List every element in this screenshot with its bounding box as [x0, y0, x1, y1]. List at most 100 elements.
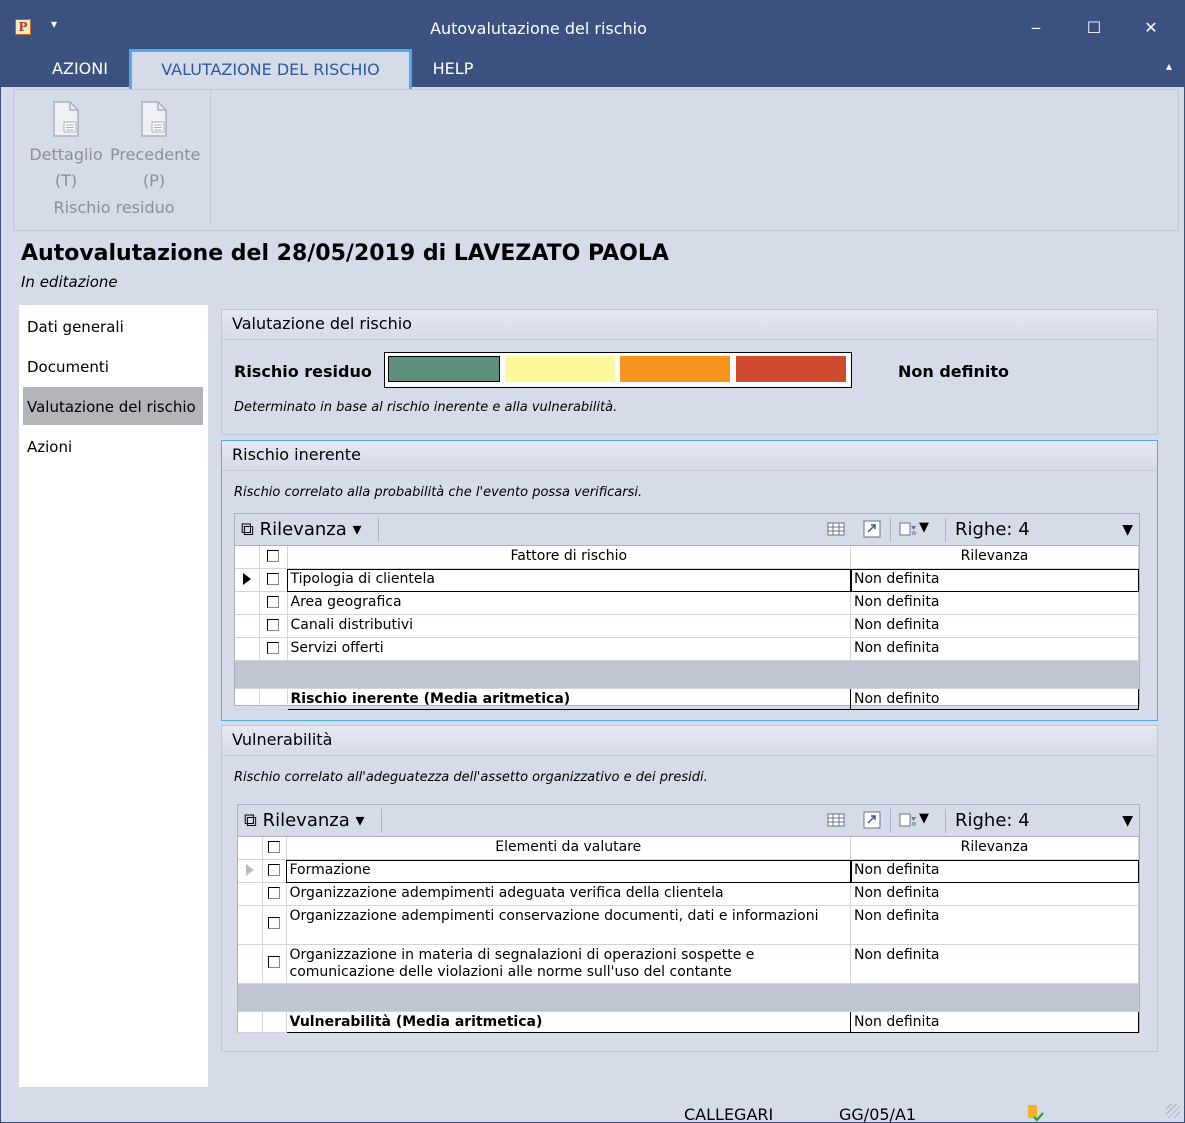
- column-header-elementi[interactable]: Elementi da valutare: [286, 837, 851, 860]
- toolbar-separator: [945, 518, 946, 542]
- column-settings-icon[interactable]: [899, 811, 917, 829]
- row-indicator-header: [238, 837, 263, 860]
- tab-azioni[interactable]: AZIONI: [31, 49, 129, 87]
- rilevanza-cell[interactable]: Non definita: [850, 944, 1139, 984]
- column-header-rilevanza[interactable]: Rilevanza: [850, 837, 1139, 860]
- table-row[interactable]: Servizi offerti Non definita: [235, 637, 1139, 661]
- row-checkbox[interactable]: [259, 614, 288, 638]
- toolbar-separator: [378, 518, 379, 542]
- row-checkbox[interactable]: [262, 859, 287, 883]
- rilevanza-cell[interactable]: Non definita: [850, 637, 1139, 661]
- column-settings-icon[interactable]: [899, 520, 917, 538]
- table-row[interactable]: Canali distributivi Non definita: [235, 614, 1139, 638]
- rischio-inerente-table: Fattore di rischio Rilevanza Tipologia d…: [235, 546, 1139, 710]
- total-check-cell: [259, 688, 288, 710]
- grid-toolbar: ⧉ Rilevanza ▾ ▼ Righe: 4 ▼: [235, 514, 1139, 546]
- app-window: P ▾ Autovalutazione del rischio ‒ ☐ ✕ AZ…: [0, 0, 1185, 1123]
- total-check-cell: [262, 1011, 287, 1033]
- ribbon-group-label: Rischio residuo: [53, 198, 175, 217]
- nav-item-valutazione-del-rischio[interactable]: Valutazione del rischio: [23, 387, 203, 425]
- user-check-icon[interactable]: [1025, 1103, 1045, 1123]
- select-all-checkbox[interactable]: [259, 546, 288, 569]
- row-checkbox[interactable]: [259, 637, 288, 661]
- toolbar-separator: [890, 809, 891, 833]
- table-total-row: Rischio inerente (Media aritmetica) Non …: [235, 688, 1139, 710]
- column-settings-dropdown-icon[interactable]: ▼: [919, 811, 929, 826]
- maximize-button[interactable]: ☐: [1079, 13, 1109, 43]
- table-row[interactable]: Organizzazione adempimenti adeguata veri…: [238, 882, 1139, 906]
- rilevanza-cell[interactable]: Non definita: [850, 614, 1139, 638]
- filter-icon: ⧉: [241, 519, 254, 540]
- close-button[interactable]: ✕: [1136, 13, 1166, 43]
- dettaglio-button[interactable]: Dettaglio (T): [22, 100, 110, 194]
- column-header-rilevanza[interactable]: Rilevanza: [850, 546, 1139, 569]
- row-checkbox[interactable]: [262, 882, 287, 906]
- fattore-cell[interactable]: Servizi offerti: [287, 637, 851, 661]
- rows-dropdown-icon[interactable]: ▼: [1122, 813, 1133, 829]
- minimize-button[interactable]: ‒: [1021, 13, 1051, 43]
- select-all-checkbox[interactable]: [262, 837, 287, 860]
- export-icon[interactable]: [863, 811, 881, 829]
- table-spacer: [238, 983, 1139, 1012]
- table-spacer: [235, 660, 1139, 689]
- rilevanza-cell[interactable]: Non definita: [850, 882, 1139, 906]
- precedente-label: Precedente: [110, 145, 201, 164]
- nav-item-azioni[interactable]: Azioni: [23, 427, 203, 465]
- elemento-cell[interactable]: Formazione: [286, 859, 851, 883]
- rows-dropdown-icon[interactable]: ▼: [1122, 522, 1133, 538]
- row-checkbox[interactable]: [259, 568, 288, 592]
- fattore-cell[interactable]: Tipologia di clientela: [287, 568, 851, 592]
- valutazione-description: Determinato in base al rischio inerente …: [234, 400, 618, 415]
- elemento-cell[interactable]: Organizzazione adempimenti adeguata veri…: [286, 882, 851, 906]
- row-checkbox[interactable]: [262, 944, 287, 984]
- risk-level-bar[interactable]: [384, 352, 852, 388]
- nav-item-documenti[interactable]: Documenti: [23, 347, 203, 385]
- rilevanza-cell[interactable]: Non definita: [850, 859, 1139, 883]
- export-icon[interactable]: [863, 520, 881, 538]
- table-icon[interactable]: [827, 520, 845, 538]
- rilevanza-cell[interactable]: Non definita: [850, 568, 1139, 592]
- filter-rilevanza-button[interactable]: ⧉ Rilevanza ▾: [244, 810, 365, 831]
- ribbon-panel: Dettaglio (T) Precedente (P) Rischio res…: [13, 89, 1179, 231]
- tab-help[interactable]: HELP: [415, 49, 491, 87]
- table-row[interactable]: Organizzazione in materia di segnalazion…: [238, 944, 1139, 984]
- table-row[interactable]: Tipologia di clientela Non definita: [235, 568, 1139, 592]
- risk-segment-low[interactable]: [388, 356, 500, 382]
- tab-valutazione-del-rischio[interactable]: VALUTAZIONE DEL RISCHIO: [129, 49, 412, 89]
- precedente-button[interactable]: Precedente (P): [110, 100, 201, 194]
- risk-segment-medium-high[interactable]: [620, 356, 730, 382]
- fattore-cell[interactable]: Area geografica: [287, 591, 851, 615]
- rischio-inerente-header: Rischio inerente: [222, 441, 1157, 471]
- nav-item-dati-generali[interactable]: Dati generali: [23, 307, 203, 345]
- rischio-inerente-description: Rischio correlato alla probabilità che l…: [234, 485, 643, 500]
- rilevanza-cell[interactable]: Non definita: [850, 905, 1139, 945]
- risk-segment-medium-low[interactable]: [505, 356, 615, 382]
- page-subtitle: In editazione: [21, 273, 118, 291]
- rischio-residuo-status: Non definito: [898, 362, 1010, 381]
- table-row[interactable]: Formazione Non definita: [238, 859, 1139, 883]
- table-icon[interactable]: [827, 811, 845, 829]
- vulnerabilita-description: Rischio correlato all'adeguatezza dell'a…: [234, 770, 708, 785]
- row-checkbox[interactable]: [259, 591, 288, 615]
- risk-segment-high[interactable]: [736, 356, 846, 382]
- filter-rilevanza-button[interactable]: ⧉ Rilevanza ▾: [241, 519, 362, 540]
- table-row[interactable]: Area geografica Non definita: [235, 591, 1139, 615]
- elemento-cell[interactable]: Organizzazione adempimenti conservazione…: [286, 905, 851, 945]
- valutazione-header: Valutazione del rischio: [222, 310, 1157, 340]
- column-settings-dropdown-icon[interactable]: ▼: [919, 520, 929, 535]
- collapse-ribbon-icon[interactable]: ▴: [1166, 59, 1172, 73]
- column-header-fattore[interactable]: Fattore di rischio: [287, 546, 851, 569]
- table-header-row: Fattore di rischio Rilevanza: [235, 546, 1139, 569]
- row-indicator: [235, 591, 260, 615]
- fattore-cell[interactable]: Canali distributivi: [287, 614, 851, 638]
- table-row[interactable]: Organizzazione adempimenti conservazione…: [238, 905, 1139, 945]
- toolbar-separator: [945, 809, 946, 833]
- rilevanza-cell[interactable]: Non definita: [850, 591, 1139, 615]
- row-indicator: [238, 905, 263, 945]
- elemento-cell[interactable]: Organizzazione in materia di segnalazion…: [286, 944, 851, 984]
- ribbon-tab-bar: AZIONI VALUTAZIONE DEL RISCHIO HELP ▴: [1, 49, 1185, 89]
- resize-grip[interactable]: [1166, 1104, 1180, 1118]
- left-navigation: Dati generali Documenti Valutazione del …: [19, 305, 208, 1087]
- row-checkbox[interactable]: [262, 905, 287, 945]
- row-indicator: [238, 1011, 263, 1033]
